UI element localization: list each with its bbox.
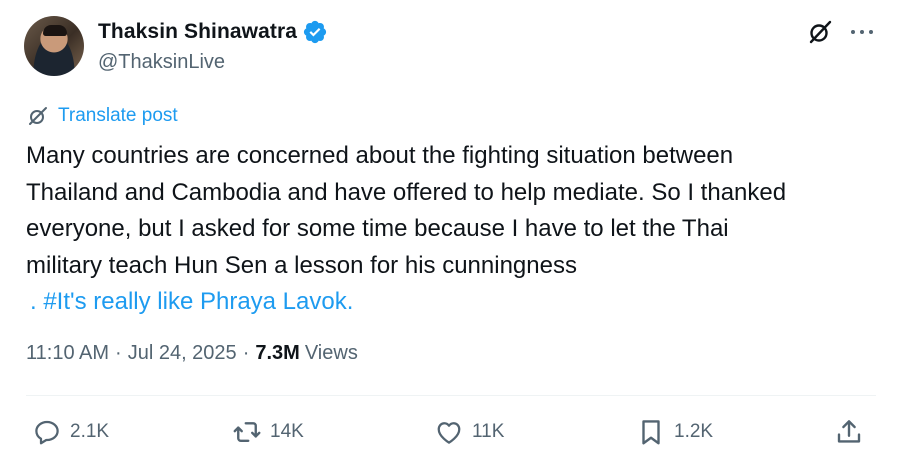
post-text-line: military teach Hun Sen a lesson for his … <box>26 251 577 279</box>
reply-icon <box>35 420 59 445</box>
avatar[interactable] <box>24 16 84 76</box>
bookmark-button[interactable]: 1.2K <box>636 414 713 450</box>
verified-badge-icon[interactable] <box>302 19 328 45</box>
like-icon <box>437 422 461 444</box>
hashtag-link[interactable]: . #It's really like Phraya Lavok. <box>26 284 876 321</box>
share-button[interactable] <box>834 414 864 450</box>
divider <box>26 395 876 396</box>
repost-icon <box>233 422 261 442</box>
author-name-row: Thaksin Shinawatra <box>98 19 328 45</box>
grok-icon[interactable] <box>806 18 834 46</box>
author-display-name[interactable]: Thaksin Shinawatra <box>98 20 297 44</box>
more-icon[interactable] <box>848 22 876 42</box>
author-handle[interactable]: @ThaksinLive <box>98 51 225 74</box>
post-text: Many countries are concerned about the f… <box>26 138 876 321</box>
repost-button[interactable]: 14K <box>232 414 304 450</box>
translate-post-link[interactable]: Translate post <box>27 105 178 127</box>
reply-button[interactable]: 2.1K <box>32 414 109 450</box>
views-count[interactable]: 7.3M <box>255 342 299 365</box>
post-time[interactable]: 11:10 AM <box>26 342 109 365</box>
post-text-line: Thailand and Cambodia and have offered t… <box>26 178 787 206</box>
post-date[interactable]: Jul 24, 2025 <box>128 342 237 365</box>
bookmark-count: 1.2K <box>674 421 714 442</box>
post-text-line: everyone, but I asked for some time beca… <box>26 215 729 242</box>
translate-label: Translate post <box>58 105 178 126</box>
like-button[interactable]: 11K <box>434 414 504 450</box>
repost-count: 14K <box>270 421 304 442</box>
share-icon <box>837 420 861 443</box>
post-text-line: Many countries are concerned about the f… <box>26 142 734 169</box>
post-meta: 11:10 AM · Jul 24, 2025 · 7.3M Views <box>26 342 358 365</box>
views-label: Views <box>304 342 358 364</box>
action-bar: 2.1K 14K 11K 1.2K <box>26 414 876 450</box>
bookmark-icon <box>642 420 660 445</box>
meta-separator: · <box>242 342 250 364</box>
meta-separator: · <box>115 342 122 364</box>
reply-count: 2.1K <box>70 421 110 442</box>
like-count: 11K <box>472 421 505 442</box>
tweet-card: Thaksin Shinawatra @ThaksinLive Translat… <box>0 0 899 467</box>
translate-icon <box>27 105 49 127</box>
